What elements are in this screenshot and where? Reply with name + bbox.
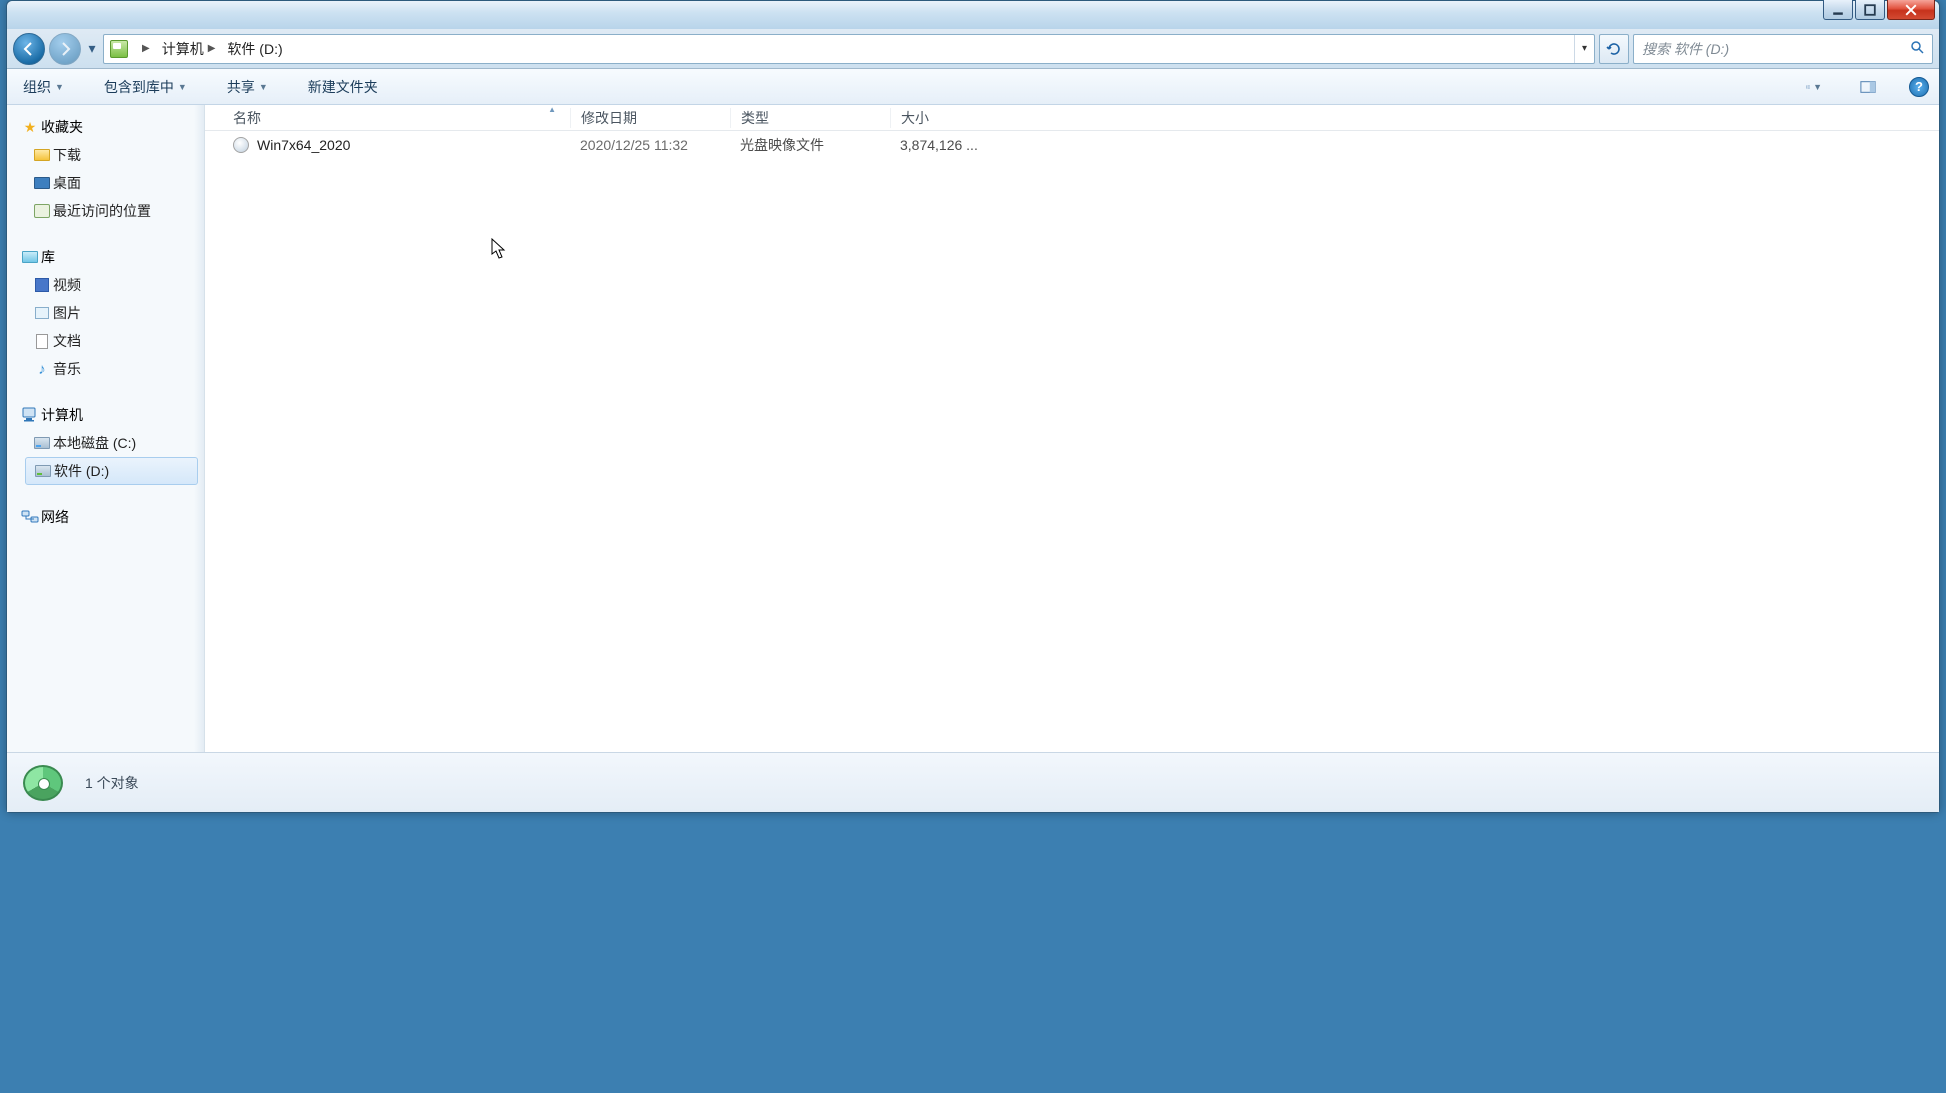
sidebar-group-favorites: ★ 收藏夹 下载 桌面 最近访问的位置 xyxy=(7,113,204,225)
documents-icon xyxy=(33,332,51,350)
sidebar-item-pictures[interactable]: 图片 xyxy=(7,299,204,327)
network-icon xyxy=(21,508,39,526)
status-bar: 1 个对象 xyxy=(7,752,1939,812)
sidebar-network[interactable]: 网络 xyxy=(7,503,204,531)
sidebar-group-computer: 计算机 本地磁盘 (C:) 软件 (D:) xyxy=(7,401,204,485)
new-folder-button[interactable]: 新建文件夹 xyxy=(302,73,384,101)
disk-icon xyxy=(34,462,52,480)
view-options-button[interactable]: ▼ xyxy=(1801,76,1827,98)
close-button[interactable] xyxy=(1887,0,1935,20)
search-box[interactable] xyxy=(1633,34,1933,64)
breadcrumb-computer[interactable]: 计算机 ▶ xyxy=(156,35,222,63)
address-dropdown[interactable]: ▾ xyxy=(1574,35,1594,63)
breadcrumb-label: 软件 (D:) xyxy=(227,39,282,59)
forward-button[interactable] xyxy=(49,33,81,65)
status-text: 1 个对象 xyxy=(85,773,139,793)
search-icon xyxy=(1910,40,1924,57)
drive-icon xyxy=(110,40,128,58)
disk-icon xyxy=(33,434,51,452)
search-input[interactable] xyxy=(1642,41,1910,57)
breadcrumb-drive[interactable]: 软件 (D:) xyxy=(221,35,288,63)
explorer-window: ▾ ▶ 计算机 ▶ 软件 (D:) ▾ 组织▼ xyxy=(6,0,1940,813)
history-dropdown[interactable]: ▾ xyxy=(85,33,99,65)
help-button[interactable]: ? xyxy=(1909,77,1929,97)
refresh-button[interactable] xyxy=(1599,34,1629,64)
column-type[interactable]: 类型 xyxy=(730,108,890,128)
sidebar-group-network: 网络 xyxy=(7,503,204,531)
sidebar-item-music[interactable]: ♪ 音乐 xyxy=(7,355,204,383)
sidebar-item-documents[interactable]: 文档 xyxy=(7,327,204,355)
file-type: 光盘映像文件 xyxy=(730,135,890,155)
maximize-button[interactable] xyxy=(1855,0,1885,20)
sort-indicator-icon: ▲ xyxy=(548,105,556,114)
column-headers[interactable]: 名称 ▲ 修改日期 类型 大小 xyxy=(205,105,1939,131)
sidebar-item-downloads[interactable]: 下载 xyxy=(7,141,204,169)
sidebar-item-disk-d[interactable]: 软件 (D:) xyxy=(25,457,198,485)
file-name: Win7x64_2020 xyxy=(257,137,350,153)
organize-button[interactable]: 组织▼ xyxy=(17,73,70,101)
video-icon xyxy=(33,276,51,294)
drive-status-icon xyxy=(19,761,67,805)
pictures-icon xyxy=(33,304,51,322)
sidebar-favorites[interactable]: ★ 收藏夹 xyxy=(7,113,204,141)
share-button[interactable]: 共享▼ xyxy=(221,73,274,101)
sidebar-group-libraries: 库 视频 图片 文档 ♪ 音乐 xyxy=(7,243,204,383)
breadcrumb-label: 计算机 xyxy=(162,39,204,59)
file-list-pane: 名称 ▲ 修改日期 类型 大小 Win7x64_2020 2020/12/25 … xyxy=(205,105,1939,752)
sidebar-item-videos[interactable]: 视频 xyxy=(7,271,204,299)
preview-pane-button[interactable] xyxy=(1855,76,1881,98)
file-row[interactable]: Win7x64_2020 2020/12/25 11:32 光盘映像文件 3,8… xyxy=(205,131,1939,159)
sidebar-item-recent[interactable]: 最近访问的位置 xyxy=(7,197,204,225)
sidebar-item-desktop[interactable]: 桌面 xyxy=(7,169,204,197)
folder-icon xyxy=(33,146,51,164)
back-button[interactable] xyxy=(13,33,45,65)
desktop-icon xyxy=(33,174,51,192)
recent-icon xyxy=(33,202,51,220)
sidebar-libraries[interactable]: 库 xyxy=(7,243,204,271)
minimize-button[interactable] xyxy=(1823,0,1853,20)
navigation-pane: ★ 收藏夹 下载 桌面 最近访问的位置 xyxy=(7,105,205,752)
computer-icon xyxy=(21,406,39,424)
file-date: 2020/12/25 11:32 xyxy=(570,137,730,153)
column-size[interactable]: 大小 xyxy=(890,108,1000,128)
star-icon: ★ xyxy=(21,118,39,136)
music-icon: ♪ xyxy=(33,360,51,378)
column-date[interactable]: 修改日期 xyxy=(570,108,730,128)
include-in-library-button[interactable]: 包含到库中▼ xyxy=(98,73,193,101)
titlebar xyxy=(7,1,1939,29)
libraries-icon xyxy=(21,248,39,266)
toolbar: 组织▼ 包含到库中▼ 共享▼ 新建文件夹 ▼ ? xyxy=(7,69,1939,105)
sidebar-item-disk-c[interactable]: 本地磁盘 (C:) xyxy=(7,429,204,457)
sidebar-computer[interactable]: 计算机 xyxy=(7,401,204,429)
file-size: 3,874,126 ... xyxy=(890,137,1000,153)
breadcrumb-root[interactable]: ▶ xyxy=(132,35,156,63)
address-bar[interactable]: ▶ 计算机 ▶ 软件 (D:) ▾ xyxy=(103,34,1595,64)
iso-file-icon xyxy=(233,137,249,153)
column-name[interactable]: 名称 ▲ xyxy=(223,108,570,128)
navigation-bar: ▾ ▶ 计算机 ▶ 软件 (D:) ▾ xyxy=(7,29,1939,69)
